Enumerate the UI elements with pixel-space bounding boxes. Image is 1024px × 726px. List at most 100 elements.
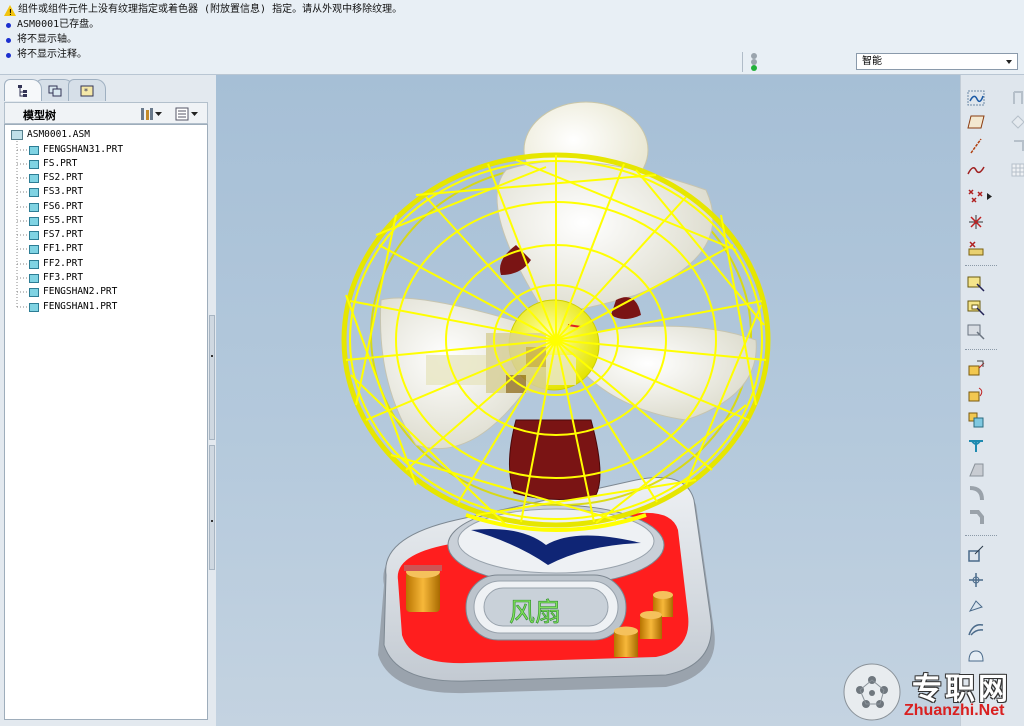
chevron-right-icon: [986, 192, 992, 200]
list-icon: [175, 107, 189, 121]
fan-base: 风扇: [378, 477, 715, 694]
datum-axis-button[interactable]: [965, 135, 987, 157]
message-line: 将不显示注释。: [4, 48, 87, 62]
separator: [742, 52, 743, 72]
revolve-button[interactable]: [965, 383, 987, 405]
tree-item[interactable]: FS7.PRT: [29, 228, 83, 242]
table-button-disabled[interactable]: [1007, 159, 1024, 181]
part-icon: [29, 302, 39, 312]
tree-item-label: FS2.PRT: [43, 172, 84, 183]
tree-item[interactable]: FS3.PRT: [29, 185, 83, 199]
cut-out-button-disabled[interactable]: [1007, 135, 1024, 157]
extrude-icon: [968, 360, 985, 376]
datum-plane-icon: [967, 115, 985, 129]
sweep-icon: [968, 412, 984, 428]
watermark: 专职网 Zhuanzhi.Net: [842, 660, 1024, 724]
draft-button[interactable]: [965, 459, 987, 481]
model-tree-header: 模型树: [4, 102, 208, 124]
tree-item[interactable]: FF3.PRT: [29, 271, 83, 285]
tree-item-label: FS5.PRT: [43, 215, 84, 226]
navigator-tabs: *: [4, 79, 106, 101]
regeneration-status-icon[interactable]: [750, 53, 758, 71]
message-text: 将不显示注释。: [17, 49, 87, 60]
show-dropdown-button[interactable]: [175, 106, 203, 122]
tools-icon: [141, 108, 153, 120]
blend-button[interactable]: [965, 435, 987, 457]
part-icon: [29, 145, 39, 155]
extrude-button[interactable]: [965, 357, 987, 379]
shell-icon: [968, 545, 984, 562]
datum-curve-icon: [967, 166, 985, 175]
part-icon: [29, 159, 39, 169]
mirror-icon: [968, 623, 984, 636]
create-component-button[interactable]: [965, 297, 987, 319]
tree-item[interactable]: FF1.PRT: [29, 242, 83, 256]
rib-button[interactable]: [965, 569, 987, 591]
analysis-feature-button[interactable]: [965, 237, 987, 259]
package-icon: [967, 324, 985, 340]
tree-item[interactable]: FENGSHAN1.PRT: [29, 300, 117, 314]
draft-icon: [969, 463, 984, 477]
tree-item[interactable]: FS.PRT: [29, 157, 77, 171]
tree-item-label: FENGSHAN1.PRT: [43, 301, 118, 312]
model-tree-title: 模型树: [23, 109, 56, 122]
chamfer-icon: [970, 510, 984, 524]
separator: [965, 265, 997, 267]
warning-icon: [4, 4, 16, 20]
coordinate-system-button[interactable]: [965, 211, 987, 233]
message-line: 将不显示轴。: [4, 33, 77, 47]
part-icon: [29, 259, 39, 269]
mirror-button[interactable]: [965, 619, 987, 641]
datum-point-icon: [968, 189, 983, 203]
panel-splitter[interactable]: [209, 315, 215, 570]
reference-button-disabled[interactable]: [1007, 87, 1024, 109]
tree-item-label: FS3.PRT: [43, 186, 84, 197]
part-icon: [29, 216, 39, 226]
coordinate-system-icon: [969, 215, 983, 229]
part-icon: [29, 244, 39, 254]
package-component-button[interactable]: [965, 321, 987, 343]
sweep-button[interactable]: [965, 409, 987, 431]
message-line: 组件或组件元件上没有纹理指定或着色器 (附放置信息) 指定。请从外观中移除纹理。: [4, 3, 402, 20]
datum-axis-icon: [970, 138, 982, 154]
round-button[interactable]: [965, 483, 987, 505]
tree-item-label: FS6.PRT: [43, 201, 84, 212]
tab-model-tree[interactable]: [4, 79, 42, 101]
chevron-down-icon: [191, 111, 198, 116]
insert-component-button[interactable]: [965, 273, 987, 295]
shell-button[interactable]: [965, 543, 987, 565]
table-icon: [1011, 163, 1024, 177]
tree-item[interactable]: FENGSHAN2.PRT: [29, 285, 117, 299]
tree-item[interactable]: FS2.PRT: [29, 171, 83, 185]
tree-item-label: FS.PRT: [43, 158, 78, 169]
part-icon: [29, 187, 39, 197]
chamfer-button[interactable]: [965, 507, 987, 529]
tab-favorites[interactable]: *: [68, 79, 106, 101]
selection-filter-dropdown[interactable]: 智能: [856, 53, 1018, 70]
graphics-window[interactable]: 风扇: [216, 75, 960, 726]
pattern-button[interactable]: [965, 595, 987, 617]
datum-point-button[interactable]: [965, 185, 987, 207]
insert-component-icon: [967, 276, 985, 292]
tree-item-label: FF2.PRT: [43, 258, 84, 269]
tree-item-label: ASM0001.ASM: [27, 129, 90, 140]
sketch-button[interactable]: [965, 87, 987, 109]
separator: [965, 535, 997, 537]
tree-root-assembly[interactable]: ASM0001.ASM: [11, 128, 90, 142]
tree-item[interactable]: FS6.PRT: [29, 200, 83, 214]
info-bullet-icon: [6, 37, 11, 43]
datum-curve-button[interactable]: [965, 159, 987, 181]
settings-dropdown-button[interactable]: [139, 106, 165, 122]
tree-item[interactable]: FS5.PRT: [29, 214, 83, 228]
datum-plane-button[interactable]: [965, 111, 987, 133]
info-bullet-icon: [6, 52, 11, 58]
watermark-en: Zhuanzhi.Net: [904, 702, 1005, 719]
create-component-icon: [967, 300, 985, 316]
datum-point-flyout[interactable]: [985, 185, 993, 207]
chevron-down-icon: [1006, 60, 1012, 64]
copy-geometry-button-disabled[interactable]: [1007, 111, 1024, 133]
part-icon: [29, 202, 39, 212]
tree-item[interactable]: FENGSHAN31.PRT: [29, 143, 123, 157]
chevron-down-icon: [155, 111, 162, 116]
tree-item[interactable]: FF2.PRT: [29, 257, 83, 271]
